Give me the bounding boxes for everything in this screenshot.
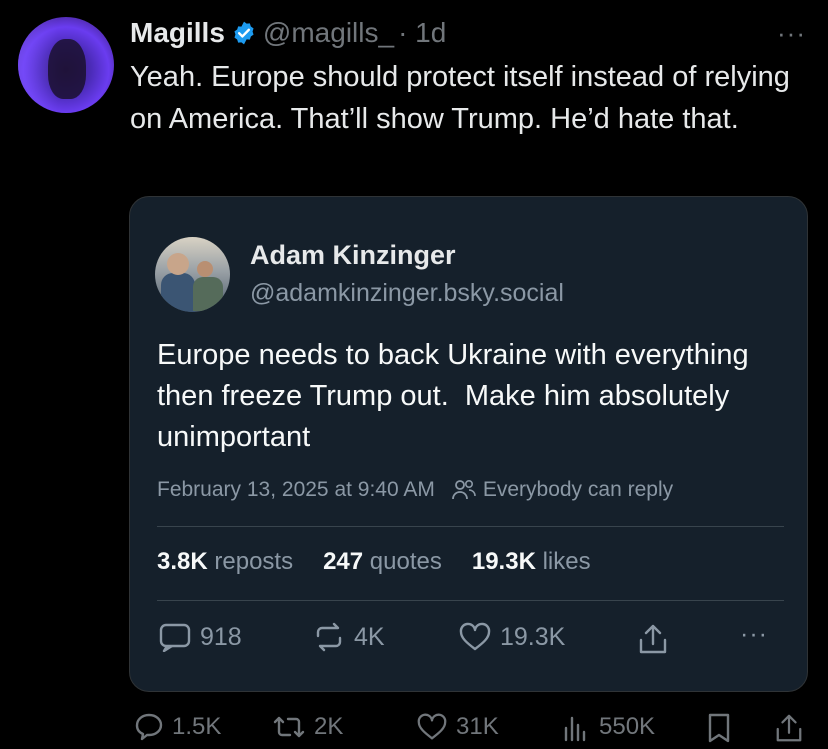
author-avatar[interactable]: [18, 17, 114, 113]
reply-setting[interactable]: Everybody can reply: [483, 478, 673, 502]
like-count: 31K: [456, 713, 499, 740]
bookmark-icon: [708, 713, 730, 743]
reply-icon: [159, 623, 191, 652]
quoted-like-button[interactable]: 19.3K: [458, 622, 565, 652]
share-icon: [639, 624, 667, 654]
repost-count: 2K: [314, 713, 344, 740]
likes-stat[interactable]: 19.3K likes: [472, 548, 591, 576]
heart-icon: [417, 713, 447, 740]
like-button[interactable]: 31K: [416, 712, 499, 742]
quoted-reply-button[interactable]: 918: [158, 622, 242, 652]
quoted-author-name[interactable]: Adam Kinzinger: [250, 240, 456, 271]
people-icon: [451, 479, 476, 500]
tweet-text: Yeah. Europe should protect itself inste…: [130, 61, 790, 135]
quoted-author-handle[interactable]: @adamkinzinger.bsky.social: [250, 279, 564, 308]
quoted-more-icon[interactable]: ···: [740, 620, 768, 649]
tweet-time[interactable]: · 1d: [398, 17, 446, 49]
tweet-header: Magills @magills_ · 1d: [130, 16, 446, 50]
reply-icon: [135, 713, 163, 741]
quoted-author-avatar[interactable]: [155, 237, 230, 312]
quoted-post-meta: February 13, 2025 at 9:40 AM Everybody c…: [157, 478, 673, 502]
divider: [157, 526, 784, 527]
quoted-reply-count: 918: [200, 622, 242, 651]
bookmark-button[interactable]: [706, 712, 740, 744]
repost-button[interactable]: 2K: [272, 712, 343, 742]
quotes-stat[interactable]: 247 quotes: [323, 548, 442, 576]
quoted-post-text: Europe needs to back Ukraine with everyt…: [157, 339, 757, 453]
reply-button[interactable]: 1.5K: [134, 712, 221, 742]
quoted-like-count: 19.3K: [500, 622, 566, 651]
quoted-repost-button[interactable]: 4K: [312, 622, 385, 652]
view-count: 550K: [599, 713, 656, 740]
divider: [157, 600, 784, 601]
author-name[interactable]: Magills: [130, 17, 225, 49]
heart-icon: [459, 622, 491, 651]
author-handle[interactable]: @magills_: [263, 17, 394, 49]
quoted-post-timestamp: February 13, 2025 at 9:40 AM: [157, 478, 435, 501]
views-chart-icon: [564, 716, 586, 742]
reposts-stat[interactable]: 3.8K reposts: [157, 548, 293, 576]
quoted-share-button[interactable]: [637, 622, 677, 656]
repost-icon: [316, 622, 342, 652]
repost-icon: [273, 716, 305, 738]
share-icon: [776, 714, 802, 742]
quoted-repost-count: 4K: [354, 622, 385, 651]
more-options-icon[interactable]: ···: [777, 18, 806, 49]
share-button[interactable]: [774, 712, 812, 744]
verified-badge-icon: [234, 21, 254, 45]
views-button[interactable]: 550K: [561, 712, 655, 742]
reply-count: 1.5K: [172, 713, 222, 740]
quoted-post-stats: 3.8K reposts 247 quotes 19.3K likes: [157, 548, 621, 576]
